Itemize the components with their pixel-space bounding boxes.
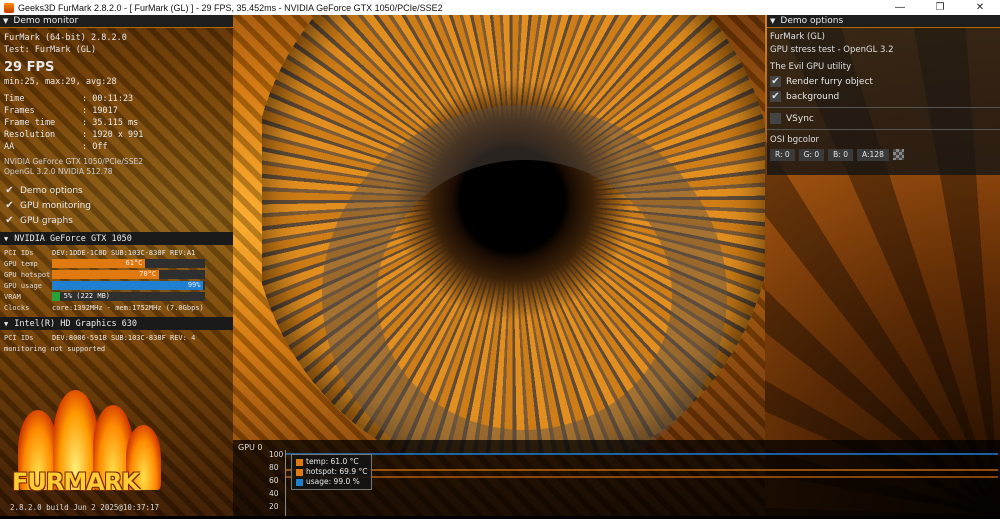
gpu-temp-value: 61°C bbox=[125, 259, 143, 267]
gpu-hotspot-bar: 70°C bbox=[52, 270, 205, 279]
gpu-graph-panel: GPU 0 100 80 60 40 20 temp: 61.0 °C hots… bbox=[233, 440, 1000, 516]
checkbox-gpu-monitoring[interactable]: ✔ GPU monitoring bbox=[0, 198, 233, 213]
gpu1-hotspot-row: GPU hotspot 70°C bbox=[0, 269, 233, 280]
color-swatch-icon[interactable] bbox=[892, 149, 904, 160]
graph-ytick: 80 bbox=[269, 463, 279, 472]
checkbox-vsync[interactable]: VSync bbox=[767, 111, 1000, 126]
osi-bgcolor-fields: R: 0 G: 0 B: 0 A:128 bbox=[767, 149, 1000, 161]
gpu1-header[interactable]: ▼ NVIDIA GeForce GTX 1050 bbox=[0, 232, 233, 245]
renderer-name: NVIDIA GeForce GTX 1050/PCIe/SSE2 bbox=[4, 157, 143, 166]
checkmark-icon: ✔ bbox=[770, 91, 781, 102]
graph-ytick: 20 bbox=[269, 502, 279, 511]
stat-row: Frames: 19017 bbox=[4, 106, 118, 116]
collapse-triangle-icon: ▼ bbox=[4, 234, 9, 243]
graph-legend: temp: 61.0 °C hotspot: 69.9 °C usage: 99… bbox=[291, 454, 373, 490]
checkbox-render-furry[interactable]: ✔ Render furry object bbox=[767, 74, 1000, 89]
checkbox-demo-options[interactable]: ✔ Demo options bbox=[0, 183, 233, 198]
opengl-version: OpenGL 3.2.0 NVIDIA 512.78 bbox=[4, 167, 113, 176]
window-titlebar: Geeks3D FurMark 2.8.2.0 - [ FurMark (GL)… bbox=[0, 0, 1000, 15]
bgcolor-g-field[interactable]: G: 0 bbox=[798, 149, 825, 161]
vram-value: 5% (222 MB) bbox=[63, 292, 110, 300]
graph-plot bbox=[285, 450, 998, 516]
checkbox-gpu-graphs[interactable]: ✔ GPU graphs bbox=[0, 213, 233, 228]
build-info: 2.8.2.0 build Jun 2 2025@10:37:17 bbox=[10, 503, 160, 512]
stat-row: Frame time: 35.115 ms bbox=[4, 118, 139, 128]
app-version: FurMark (64-bit) 2.8.2.0 bbox=[4, 33, 127, 43]
checkmark-icon: ✔ bbox=[770, 76, 781, 87]
checkmark-icon: ✔ bbox=[5, 200, 14, 211]
demo-options-header[interactable]: ▼ Demo options bbox=[767, 15, 1000, 28]
minimize-button[interactable]: — bbox=[880, 0, 920, 15]
legend-item-hotspot: hotspot: 69.9 °C bbox=[296, 467, 367, 477]
legend-item-usage: usage: 99.0 % bbox=[296, 477, 367, 487]
close-button[interactable]: ✕ bbox=[960, 0, 1000, 15]
gpu1-clocks-row: Clocks core:1392MHz - mem:1752MHz (7.0Gbp… bbox=[4, 303, 204, 312]
options-subtitle: GPU stress test - OpenGL 3.2 bbox=[770, 45, 894, 55]
graph-lines bbox=[286, 453, 998, 478]
collapse-triangle-icon: ▼ bbox=[770, 17, 776, 25]
divider bbox=[767, 129, 1000, 130]
gpu2-header[interactable]: ▼ Intel(R) HD Graphics 630 bbox=[0, 317, 233, 330]
gpu-hotspot-value: 70°C bbox=[139, 270, 157, 278]
demo-options-panel: ▼ Demo options FurMark (GL) GPU stress t… bbox=[767, 15, 1000, 175]
fps-value: 29 FPS bbox=[4, 60, 55, 75]
graph-title: GPU 0 bbox=[238, 443, 263, 452]
gpu2-note: monitoring not supported bbox=[4, 344, 106, 353]
collapse-triangle-icon: ▼ bbox=[3, 17, 9, 25]
gpu1-vram-row: VRAM 5% (222 MB) bbox=[0, 291, 233, 302]
window-title: Geeks3D FurMark 2.8.2.0 - [ FurMark (GL)… bbox=[18, 2, 443, 13]
collapse-triangle-icon: ▼ bbox=[4, 319, 9, 328]
gpu1-usage-row: GPU usage 99% bbox=[0, 280, 233, 291]
furmark-logo-text: FURMARK bbox=[12, 468, 140, 496]
bgcolor-b-field[interactable]: B: 0 bbox=[828, 149, 853, 161]
legend-item-temp: temp: 61.0 °C bbox=[296, 457, 367, 467]
gpu-temp-bar: 61°C bbox=[52, 259, 205, 268]
stat-row: Resolution: 1920 x 991 bbox=[4, 130, 144, 140]
test-name: Test: FurMark (GL) bbox=[4, 45, 97, 55]
gpu-usage-bar: 99% bbox=[52, 281, 205, 290]
options-title: FurMark (GL) bbox=[770, 32, 825, 42]
graph-ytick: 100 bbox=[269, 450, 284, 459]
vram-bar: 5% (222 MB) bbox=[52, 292, 205, 301]
demo-monitor-title: Demo monitor bbox=[13, 16, 79, 26]
app-icon bbox=[4, 2, 14, 13]
osi-bgcolor-label: OSI bgcolor bbox=[770, 135, 820, 145]
checkmark-icon: ✔ bbox=[5, 185, 14, 196]
gpu-usage-value: 99% bbox=[187, 281, 201, 289]
maximize-button[interactable]: ❐ bbox=[920, 0, 960, 15]
stat-row: AA: Off bbox=[4, 142, 108, 152]
stat-row: Time: 00:11:23 bbox=[4, 94, 134, 104]
gpu2-pci-row: PCI IDs DEV:8086-591B SUB:103C-838F REV: … bbox=[4, 333, 196, 342]
gpu1-pci-row: PCI IDs DEV:1DDE-1C8D SUB:103C-838F REV:A… bbox=[4, 248, 196, 257]
graph-ytick: 60 bbox=[269, 476, 279, 485]
gpu1-temp-row: GPU temp 61°C bbox=[0, 258, 233, 269]
graph-ytick: 40 bbox=[269, 489, 279, 498]
fur-donut-render bbox=[262, 15, 765, 455]
options-utility: The Evil GPU utility bbox=[770, 62, 852, 72]
empty-checkbox-icon bbox=[770, 113, 781, 124]
fps-stats: min:25, max:29, avg:28 bbox=[4, 77, 117, 87]
bgcolor-a-field[interactable]: A:128 bbox=[857, 149, 889, 161]
bgcolor-r-field[interactable]: R: 0 bbox=[770, 149, 795, 161]
checkbox-background[interactable]: ✔ background bbox=[767, 89, 1000, 104]
demo-monitor-header[interactable]: ▼ Demo monitor bbox=[0, 15, 233, 28]
checkmark-icon: ✔ bbox=[5, 215, 14, 226]
divider bbox=[767, 107, 1000, 108]
